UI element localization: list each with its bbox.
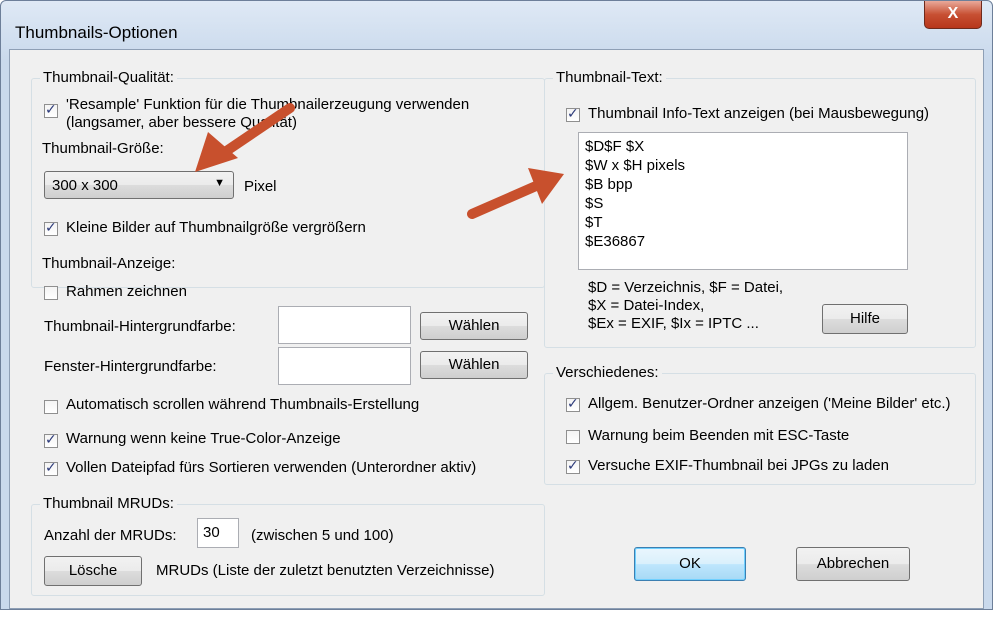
arrow-to-size-dropdown <box>195 103 295 172</box>
annotation-arrows <box>195 103 564 219</box>
arrow-to-template-textarea <box>467 168 564 219</box>
